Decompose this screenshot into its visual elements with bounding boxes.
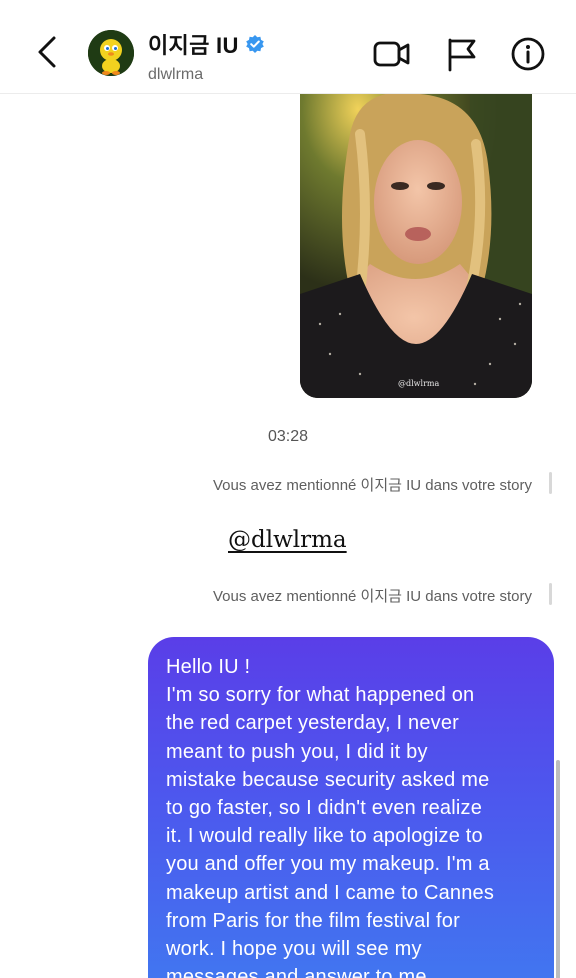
story-reply-image[interactable]: @dlwlrma <box>300 94 532 398</box>
avatar[interactable] <box>88 30 134 76</box>
message-bubble[interactable]: Hello IU ! I'm so sorry for what happene… <box>148 637 554 978</box>
back-button[interactable] <box>30 32 66 72</box>
story-mention-tag[interactable]: @dlwlrma <box>228 527 347 553</box>
chat-header: 이지금 IU dlwlrma <box>0 0 576 94</box>
chat-title-block[interactable]: 이지금 IU dlwlrma <box>148 28 265 84</box>
info-button[interactable] <box>508 36 548 72</box>
back-arrow-icon <box>38 36 56 68</box>
info-icon <box>511 37 545 71</box>
message-text: Hello IU ! I'm so sorry for what happene… <box>166 656 495 978</box>
video-call-button[interactable] <box>372 36 412 72</box>
report-button[interactable] <box>444 36 484 72</box>
notice-divider <box>549 583 552 605</box>
verified-badge-icon <box>245 35 264 53</box>
chat-title: 이지금 IU <box>148 33 239 58</box>
story-photo <box>300 94 532 398</box>
story-mention-notice: Vous avez mentionné 이지금 IU dans votre st… <box>212 477 532 494</box>
message-timestamp: 03:28 <box>267 428 309 445</box>
story-watermark: @dlwlrma <box>398 379 440 388</box>
flag-icon <box>448 38 476 72</box>
story-mention-notice: Vous avez mentionné 이지금 IU dans votre st… <box>212 588 532 605</box>
scrollbar[interactable] <box>556 760 560 978</box>
notice-divider <box>549 472 552 494</box>
chat-username: dlwlrma <box>148 66 204 83</box>
avatar-image <box>88 30 134 76</box>
video-call-icon <box>373 41 410 67</box>
